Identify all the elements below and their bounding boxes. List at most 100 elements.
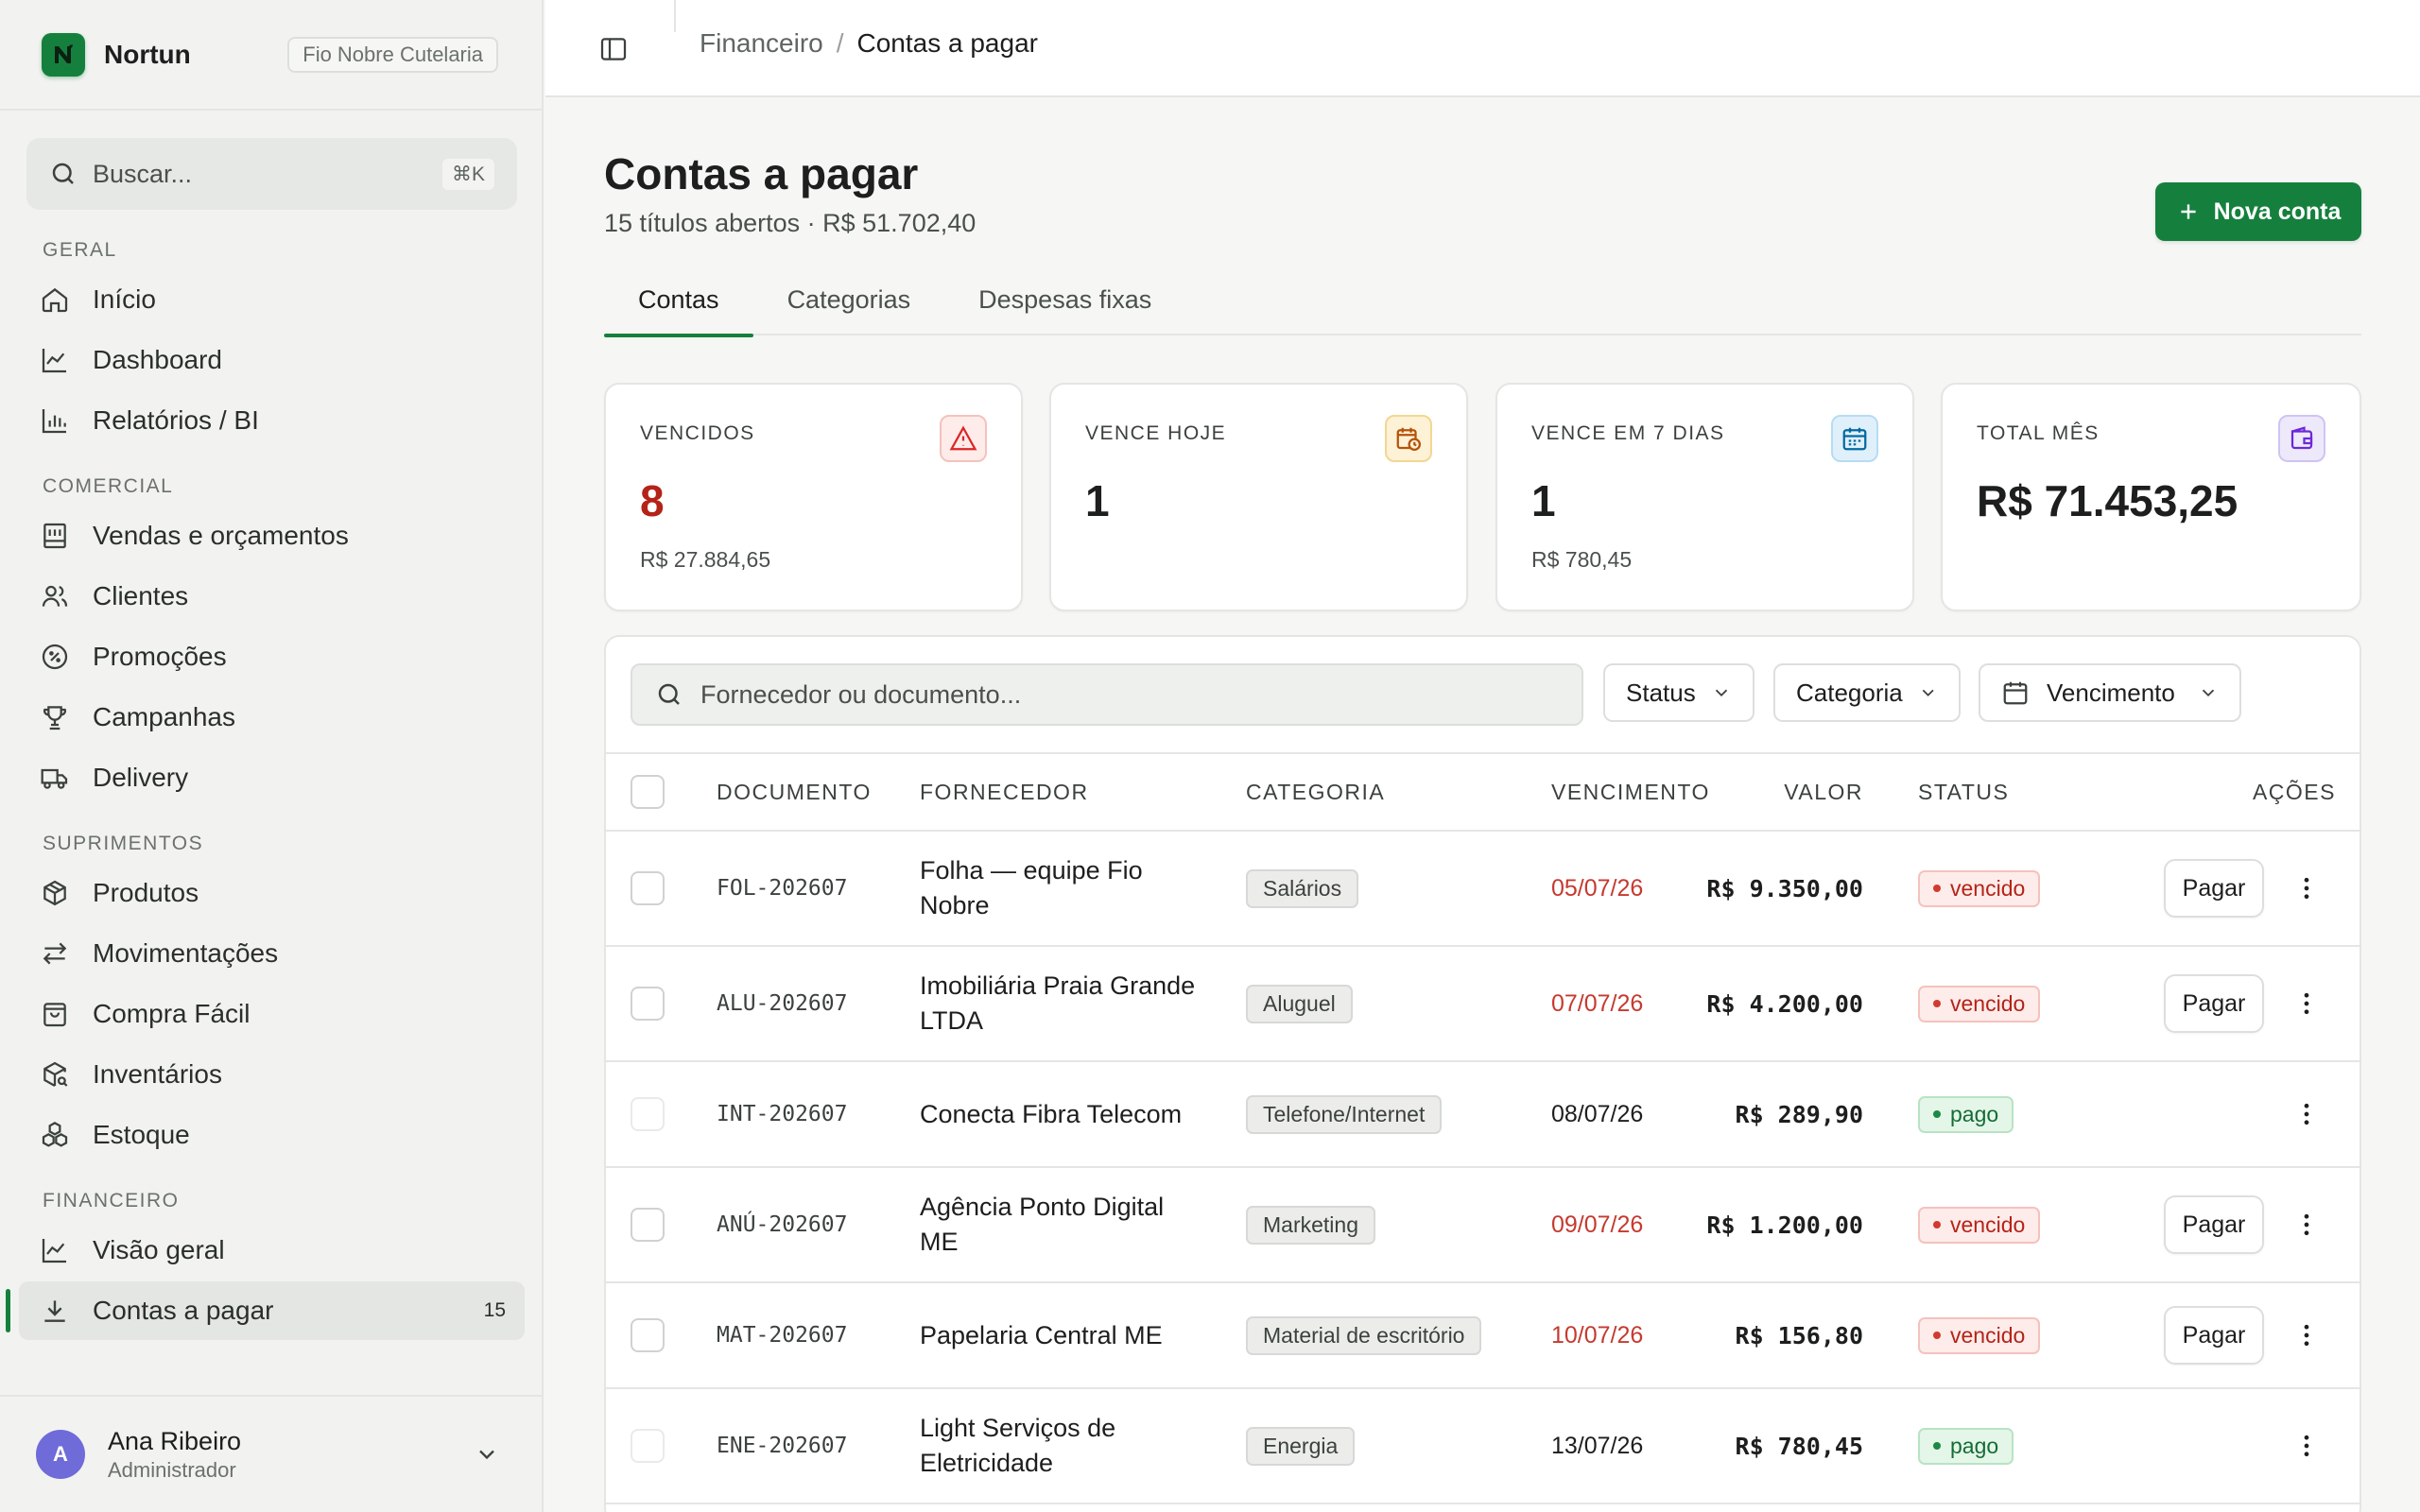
package-icon	[38, 876, 72, 910]
more-vertical-icon[interactable]	[2292, 989, 2321, 1018]
sidebar-item-label: Promoções	[93, 642, 227, 671]
sidebar-item-promocoes[interactable]: Promoções	[19, 627, 525, 686]
row-category-tag: Marketing	[1246, 1205, 1375, 1245]
due-date-filter[interactable]: Vencimento	[1979, 663, 2241, 722]
bar-chart-icon	[38, 404, 72, 438]
header-acoes: AÇÕES	[2252, 779, 2336, 804]
new-bill-button[interactable]: Nova conta	[2155, 182, 2361, 241]
status-badge: vencido	[1918, 1206, 2041, 1244]
table-row[interactable]: FOL-202607 Folha — equipe Fio Nobre Salári…	[606, 832, 2360, 947]
brand-logo-icon[interactable]	[42, 32, 85, 77]
card-label: VENCIDOS	[640, 422, 755, 444]
pay-button[interactable]: Pagar	[2164, 1195, 2264, 1254]
sidebar-item-inicio[interactable]: Início	[19, 270, 525, 329]
sidebar-item-dashboard[interactable]: Dashboard	[19, 331, 525, 389]
status-label: vencido	[1950, 875, 2026, 901]
more-vertical-icon[interactable]	[2292, 1100, 2321, 1128]
card-label: TOTAL MÊS	[1977, 422, 2100, 444]
row-due-date: 10/07/26	[1551, 1321, 1644, 1349]
more-vertical-icon[interactable]	[2292, 1211, 2321, 1239]
table-row[interactable]: ENE-202607 Light Serviços de Eletricidade…	[606, 1389, 2360, 1504]
table-body: FOL-202607 Folha — equipe Fio Nobre Salári…	[606, 832, 2360, 1504]
topbar-divider	[674, 0, 676, 32]
table-row[interactable]: INT-202607 Conecta Fibra Telecom Telefone/…	[606, 1062, 2360, 1168]
sidebar-item-visao-geral[interactable]: Visão geral	[19, 1221, 525, 1280]
sidebar-item-delivery[interactable]: Delivery	[19, 748, 525, 807]
row-due-date: 07/07/26	[1551, 989, 1644, 1017]
header-categoria[interactable]: CATEGORIA	[1246, 754, 1385, 830]
line-chart-icon	[38, 1233, 72, 1267]
card-vence-hoje[interactable]: VENCE HOJE 1	[1049, 383, 1468, 611]
header-valor[interactable]: VALOR	[1759, 754, 1863, 830]
row-checkbox[interactable]	[631, 1429, 665, 1463]
card-total-mes[interactable]: TOTAL MÊS R$ 71.453,25	[1941, 383, 2361, 611]
row-value: R$ 156,80	[1735, 1321, 1863, 1349]
sidebar-item-contas-a-pagar[interactable]: Contas a pagar 15	[6, 1281, 525, 1340]
sidebar: Nortun Fio Nobre Cutelaria Buscar... ⌘K …	[0, 0, 544, 1512]
user-menu[interactable]: A Ana Ribeiro Administrador	[0, 1395, 542, 1512]
sidebar-item-inventarios[interactable]: Inventários	[19, 1045, 525, 1104]
more-vertical-icon[interactable]	[2292, 1321, 2321, 1349]
card-vencidos[interactable]: VENCIDOS 8 R$ 27.884,65	[604, 383, 1023, 611]
alert-triangle-icon	[940, 415, 987, 462]
sidebar-item-movimentacoes[interactable]: Movimentações	[19, 924, 525, 983]
sidebar-item-compra-facil[interactable]: Compra Fácil	[19, 985, 525, 1043]
sidebar-item-campanhas[interactable]: Campanhas	[19, 688, 525, 747]
card-vence-7-dias[interactable]: VENCE EM 7 DIAS 1 R$ 780,45	[1495, 383, 1914, 611]
sidebar-item-produtos[interactable]: Produtos	[19, 864, 525, 922]
calendar-icon	[1831, 415, 1878, 462]
pay-button[interactable]: Pagar	[2164, 1306, 2264, 1365]
more-vertical-icon[interactable]	[2292, 1432, 2321, 1460]
sidebar-item-clientes[interactable]: Clientes	[19, 567, 525, 626]
sidebar-item-label: Clientes	[93, 581, 189, 610]
row-checkbox[interactable]	[631, 1097, 665, 1131]
status-label: pago	[1950, 1433, 1999, 1458]
wallet-icon	[2278, 415, 2325, 462]
table-header: DOCUMENTO FORNECEDOR CATEGORIA VENCIMENT…	[606, 754, 2360, 832]
row-checkbox[interactable]	[631, 871, 665, 905]
sidebar-toggle-icon[interactable]	[598, 34, 629, 64]
sidebar-item-label: Dashboard	[93, 345, 222, 374]
status-badge: vencido	[1918, 869, 2041, 907]
supplier-search-input[interactable]: Fornecedor ou documento...	[631, 663, 1583, 726]
brand-name: Nortun	[104, 39, 191, 69]
breadcrumb-current: Contas a pagar	[856, 28, 1038, 58]
breadcrumb-parent[interactable]: Financeiro	[700, 28, 823, 59]
header-fornecedor[interactable]: FORNECEDOR	[920, 754, 1089, 830]
sidebar-item-label: Início	[93, 284, 156, 314]
tab-categorias[interactable]: Categorias	[753, 265, 945, 335]
sidebar-item-estoque[interactable]: Estoque	[19, 1106, 525, 1164]
tab-despesas-fixas[interactable]: Despesas fixas	[944, 265, 1185, 335]
header-vencimento[interactable]: VENCIMENTO	[1551, 754, 1710, 830]
sidebar-item-relatorios[interactable]: Relatórios / BI	[19, 391, 525, 450]
row-checkbox[interactable]	[631, 1208, 665, 1242]
header-documento[interactable]: DOCUMENTO	[717, 754, 872, 830]
row-checkbox[interactable]	[631, 1318, 665, 1352]
table-row[interactable]: ALU-202607 Imobiliária Praia Grande LTDA A…	[606, 947, 2360, 1062]
category-filter[interactable]: Categoria	[1773, 663, 1961, 722]
more-vertical-icon[interactable]	[2292, 874, 2321, 902]
organization-badge[interactable]: Fio Nobre Cutelaria	[287, 36, 498, 73]
table-row[interactable]: MAT-202607 Papelaria Central ME Material d…	[606, 1283, 2360, 1389]
pay-button[interactable]: Pagar	[2164, 974, 2264, 1033]
status-filter-label: Status	[1626, 678, 1696, 707]
status-filter[interactable]: Status	[1603, 663, 1754, 722]
sidebar-search[interactable]: Buscar... ⌘K	[26, 138, 517, 210]
chevron-down-icon	[479, 1450, 494, 1460]
header-status[interactable]: STATUS	[1918, 754, 2009, 830]
sidebar-item-vendas[interactable]: Vendas e orçamentos	[19, 507, 525, 565]
tab-contas[interactable]: Contas	[604, 265, 753, 337]
row-supplier: Light Serviços de Eletricidade	[920, 1414, 1116, 1477]
select-all-checkbox[interactable]	[631, 775, 665, 809]
chevron-down-icon	[1715, 689, 1727, 697]
pay-button[interactable]: Pagar	[2164, 859, 2264, 918]
page-subtitle: 15 títulos abertos · R$ 51.702,40	[604, 209, 977, 237]
bills-table-panel: Fornecedor ou documento... Status Catego…	[604, 635, 2361, 1512]
user-role: Administrador	[108, 1457, 236, 1482]
status-dot	[1933, 1221, 1941, 1228]
row-checkbox[interactable]	[631, 987, 665, 1021]
row-document: MAT-202607	[717, 1323, 848, 1348]
sidebar-item-label: Contas a pagar	[93, 1296, 274, 1325]
shopping-bag-icon	[38, 997, 72, 1031]
table-row[interactable]: ANÚ-202607 Agência Ponto Digital ME Market…	[606, 1168, 2360, 1283]
